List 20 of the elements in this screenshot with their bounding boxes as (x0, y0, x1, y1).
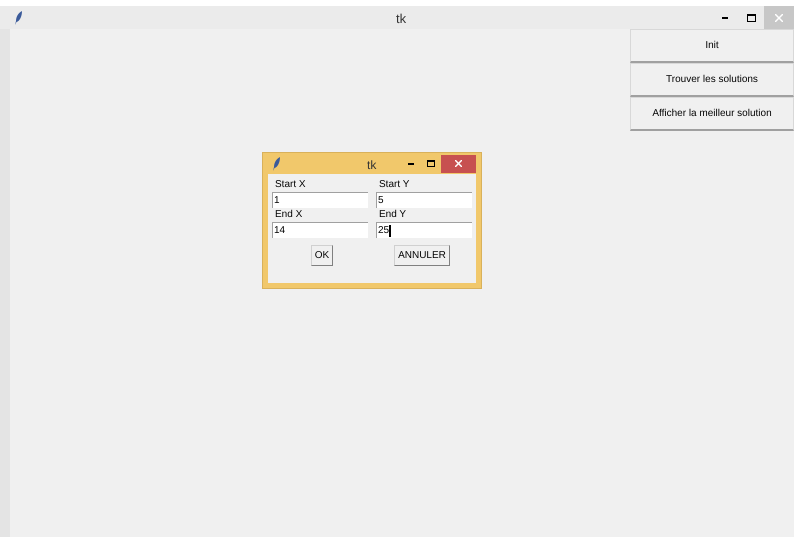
field-label: Start X (274, 178, 307, 192)
action-button[interactable]: Afficher la meilleur solution (630, 97, 794, 131)
field-label: Start Y (378, 178, 410, 192)
input-field[interactable]: 14 (272, 222, 368, 238)
action-button[interactable]: Init (630, 29, 794, 63)
window-title: tk (396, 10, 406, 28)
field-label: End Y (378, 208, 408, 222)
field-label: End X (274, 208, 304, 222)
feather-icon (15, 10, 23, 24)
close-icon (775, 14, 783, 22)
input-field[interactable]: 1 (272, 192, 368, 208)
dialog-title: tk (367, 157, 376, 174)
close-button[interactable] (441, 154, 476, 172)
input-field[interactable]: 5 (376, 192, 472, 208)
input-field[interactable]: 25 (376, 222, 472, 238)
dialog-button[interactable]: OK (310, 245, 334, 266)
close-icon (455, 160, 462, 167)
dialog-button[interactable]: ANNULER (394, 245, 450, 266)
feather-icon (273, 156, 281, 170)
action-button[interactable]: Trouver les solutions (630, 63, 794, 97)
